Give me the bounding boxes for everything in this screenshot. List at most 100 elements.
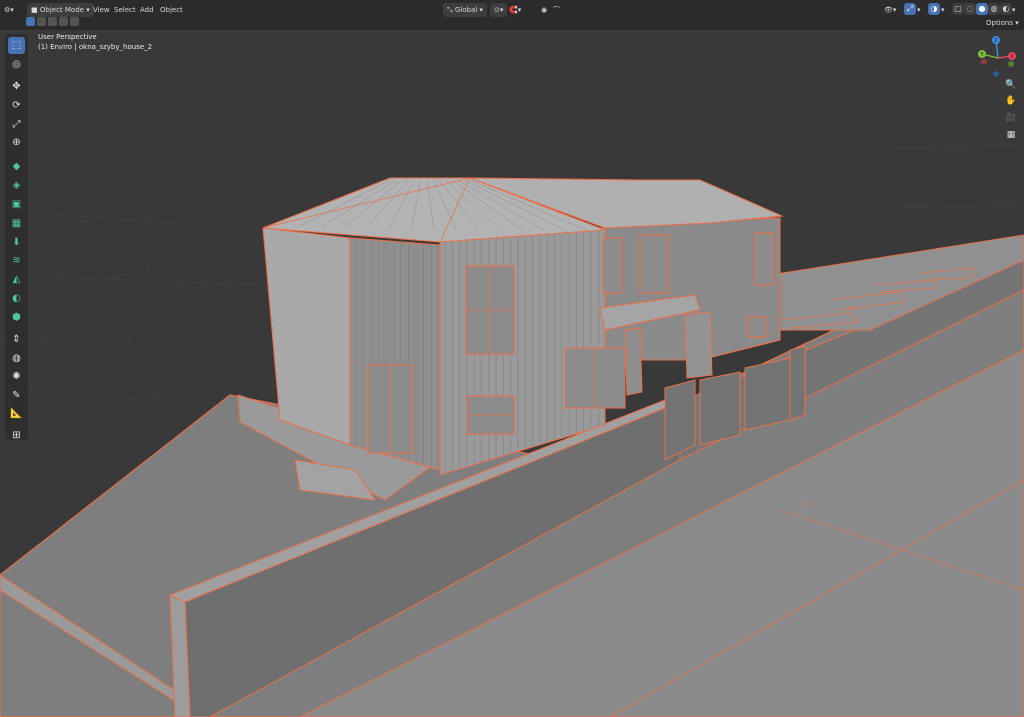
entrance-column bbox=[624, 327, 643, 396]
cursor-icon: ◎ bbox=[12, 59, 21, 70]
3d-viewport[interactable]: User Perspective (1) Enviro | okna_szyby… bbox=[0, 30, 1024, 717]
zoom-button[interactable]: 🔍 bbox=[1004, 78, 1018, 92]
menu-object[interactable]: Object bbox=[160, 3, 183, 17]
window-rear-tall bbox=[639, 234, 669, 294]
wireframe-sphere-icon: ◌ bbox=[966, 4, 974, 13]
menu-add[interactable]: Add bbox=[140, 3, 154, 17]
chevron-down-icon: ▾ bbox=[499, 6, 504, 14]
rotate-icon: ⟳ bbox=[12, 100, 21, 111]
object-mode-icon: ■ bbox=[31, 6, 38, 14]
menu-select[interactable]: Select bbox=[114, 3, 136, 17]
shading-wireframe-button[interactable]: ◌ bbox=[964, 3, 976, 15]
transform-orientation-dropdown[interactable]: ⤡ Global ▾ bbox=[443, 3, 487, 17]
select-mode-subtract-button[interactable] bbox=[48, 17, 57, 26]
poly-build-icon: ◭ bbox=[12, 274, 21, 285]
shear-tool[interactable]: ✺ bbox=[8, 368, 25, 385]
smooth-icon: ⬢ bbox=[12, 312, 21, 323]
spin-tool[interactable]: ◐ bbox=[8, 290, 25, 307]
chevron-down-icon: ▾ bbox=[86, 6, 90, 14]
chevron-down-icon: ▾ bbox=[892, 6, 897, 14]
knife-tool[interactable]: ≋ bbox=[8, 252, 25, 269]
orientation-icon: ⤡ bbox=[447, 6, 453, 14]
options-label: Options bbox=[986, 19, 1014, 27]
chevron-down-icon: ▾ bbox=[1015, 19, 1019, 27]
grid-view-button[interactable]: ▦ bbox=[1004, 128, 1018, 142]
bevel-tool[interactable]: ▦ bbox=[8, 215, 25, 232]
gizmo-neg-z-ball[interactable] bbox=[993, 71, 999, 77]
mode-dropdown-label: Object Mode bbox=[39, 6, 84, 14]
select-mode-extend-button[interactable] bbox=[37, 17, 46, 26]
editor-type-icon[interactable]: ⚙▾ bbox=[4, 3, 14, 17]
extrude-region-icon: ◈ bbox=[12, 180, 21, 191]
xray-toggle[interactable]: ▢ bbox=[952, 3, 964, 15]
select-mode-new-button[interactable] bbox=[26, 17, 35, 26]
scale-tool[interactable]: ⤢ bbox=[8, 116, 25, 133]
chevron-down-icon: ▾ bbox=[917, 6, 921, 14]
scale-icon: ⤢ bbox=[12, 119, 21, 130]
annotate-tool[interactable]: ✎ bbox=[8, 387, 25, 404]
knife-icon: ≋ bbox=[12, 255, 21, 266]
overlays-dropdown[interactable]: ▾ bbox=[941, 3, 945, 17]
grid-view-icon: ▦ bbox=[1006, 130, 1016, 140]
gizmo-neg-y-ball[interactable] bbox=[1008, 61, 1014, 67]
options-dropdown[interactable]: Options ▾ bbox=[986, 16, 1019, 30]
shrink-fatten-icon: ◍ bbox=[12, 353, 21, 364]
visibility-dropdown[interactable]: 👁▾ bbox=[884, 3, 896, 17]
add-cube-icon: ◆ bbox=[12, 161, 21, 172]
add-object-icon: ⊞ bbox=[12, 430, 21, 441]
pan-hand-button[interactable]: ✋ bbox=[1004, 94, 1018, 108]
window-right-upper bbox=[754, 232, 774, 286]
annotate-icon: ✎ bbox=[12, 390, 21, 401]
bevel-icon: ▦ bbox=[11, 218, 22, 229]
snap-dropdown[interactable]: 🧲▾ bbox=[509, 3, 521, 17]
shading-dropdown[interactable]: ▾ bbox=[1012, 3, 1016, 17]
pivot-point-dropdown[interactable]: ⊙▾ bbox=[490, 3, 508, 17]
gizmo-dropdown[interactable]: ▾ bbox=[917, 3, 921, 17]
transform-icon: ⊕ bbox=[12, 137, 21, 148]
shading-rendered-button[interactable]: ◐ bbox=[1000, 3, 1012, 15]
window-right-lower bbox=[747, 316, 767, 338]
edge-slide-tool[interactable]: ⇕ bbox=[8, 331, 25, 348]
solid-sphere-icon: ● bbox=[978, 4, 986, 13]
measure-tool[interactable]: 📐 bbox=[8, 405, 25, 422]
entrance-door[interactable] bbox=[684, 311, 713, 379]
rendered-sphere-icon: ◐ bbox=[1002, 4, 1010, 13]
select-mode-intersect-button[interactable] bbox=[70, 17, 79, 26]
poly-build-tool[interactable]: ◭ bbox=[8, 271, 25, 288]
chevron-down-icon: ▾ bbox=[1012, 6, 1016, 14]
shading-material-button[interactable]: ◍ bbox=[988, 3, 1000, 15]
smooth-tool[interactable]: ⬢ bbox=[8, 309, 25, 326]
loop-cut-tool[interactable]: ⬇ bbox=[8, 234, 25, 251]
shading-solid-button[interactable]: ● bbox=[976, 3, 988, 15]
shrink-fatten-tool[interactable]: ◍ bbox=[8, 350, 25, 367]
gizmo-z-label: Z bbox=[994, 38, 998, 44]
xray-icon: ▢ bbox=[954, 4, 962, 13]
transform-tool[interactable]: ⊕ bbox=[8, 134, 25, 151]
scene-render[interactable] bbox=[0, 30, 1024, 717]
rotate-tool[interactable]: ⟳ bbox=[8, 97, 25, 114]
menu-view[interactable]: View bbox=[93, 3, 110, 17]
navigation-gizmo[interactable]: Z Y X bbox=[974, 34, 1022, 82]
magnet-icon: 🧲 bbox=[509, 6, 518, 14]
proportional-edit-toggle[interactable]: ◉ bbox=[541, 3, 547, 17]
eye-icon: 👁 bbox=[884, 6, 893, 14]
cursor-tool[interactable]: ◎ bbox=[8, 56, 25, 73]
chevron-down-icon: ▾ bbox=[517, 6, 522, 14]
gizmo-neg-x-ball[interactable] bbox=[981, 59, 987, 65]
overlays-toggle[interactable]: ◑ bbox=[928, 3, 940, 15]
falloff-dropdown[interactable]: ⌒ bbox=[553, 3, 560, 17]
select-mode-invert-button[interactable] bbox=[59, 17, 68, 26]
falloff-curve-icon: ⌒ bbox=[553, 6, 560, 14]
select-box-tool[interactable]: ⬚ bbox=[8, 37, 25, 54]
extrude-region-tool[interactable]: ◈ bbox=[8, 177, 25, 194]
move-tool[interactable]: ✥ bbox=[8, 78, 25, 95]
gizmo-toggle[interactable]: ⤢ bbox=[904, 3, 916, 15]
gizmo-x-label: X bbox=[1010, 54, 1014, 60]
add-object-tool[interactable]: ⊞ bbox=[8, 427, 25, 444]
pan-hand-icon: ✋ bbox=[1005, 96, 1017, 106]
inset-faces-tool[interactable]: ▣ bbox=[8, 196, 25, 213]
camera-view-button[interactable]: 🎥 bbox=[1004, 111, 1018, 125]
mode-dropdown[interactable]: ■ Object Mode ▾ bbox=[27, 3, 94, 17]
measure-icon: 📐 bbox=[10, 408, 23, 419]
add-cube-tool[interactable]: ◆ bbox=[8, 158, 25, 175]
